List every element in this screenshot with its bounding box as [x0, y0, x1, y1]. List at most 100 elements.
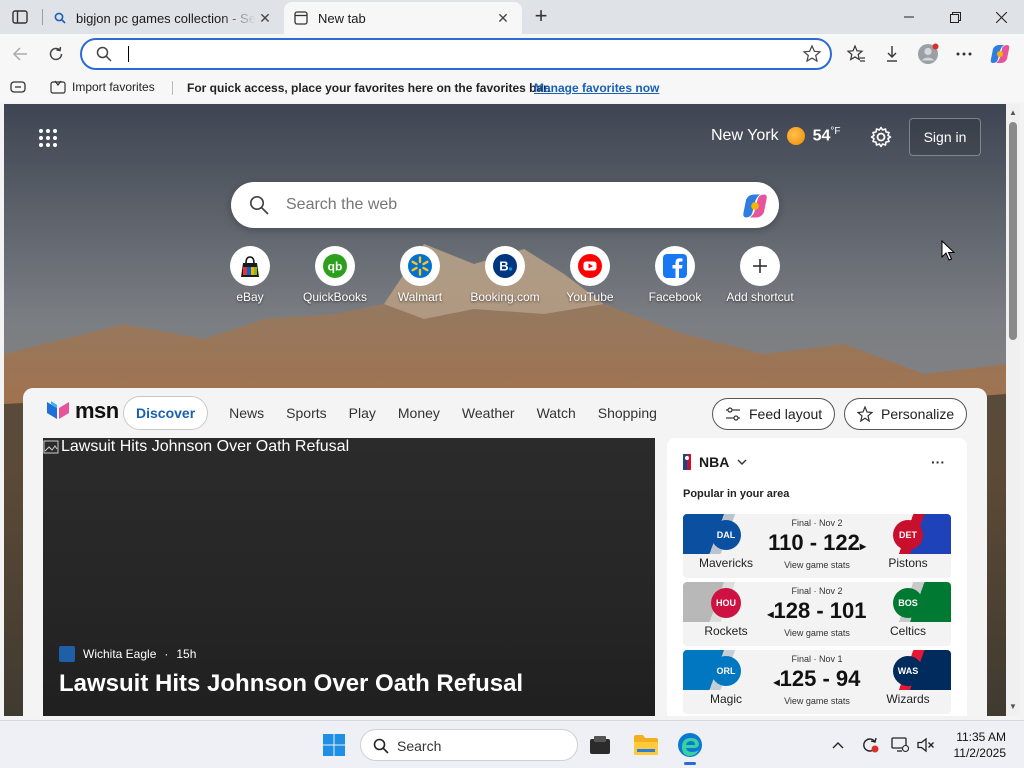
profile-button[interactable]	[916, 42, 940, 66]
shortcut-facebook[interactable]: Facebook	[630, 246, 720, 304]
restore-icon	[949, 11, 961, 23]
nav-play[interactable]: Play	[338, 405, 387, 421]
favorite-star-icon[interactable]	[802, 44, 822, 64]
taskbar-search-label: Search	[397, 738, 442, 754]
nav-news[interactable]: News	[218, 405, 275, 421]
avatar-icon	[918, 43, 939, 64]
taskbar-app-edge[interactable]	[674, 729, 706, 765]
refresh-button[interactable]	[42, 40, 70, 68]
windows-start-icon[interactable]	[322, 733, 346, 757]
shortcut-tile	[740, 246, 780, 286]
tab-search[interactable]: bigjon pc games collection - Search ✕	[44, 2, 284, 34]
svg-text:B: B	[499, 259, 508, 274]
favorites-separator	[172, 81, 173, 95]
taskbar-app-file-explorer[interactable]	[630, 729, 662, 761]
close-window-button[interactable]	[978, 0, 1024, 34]
sync-alert-icon	[863, 737, 879, 753]
system-clock[interactable]: 11:35 AM 11/2/2025	[944, 729, 1007, 761]
nav-weather[interactable]: Weather	[451, 405, 526, 421]
personalize-button[interactable]: Personalize	[844, 398, 968, 430]
nav-sports[interactable]: Sports	[275, 405, 337, 421]
game-status: Final · Nov 2	[791, 586, 843, 596]
minimize-button[interactable]	[886, 0, 932, 34]
show-hidden-icons-button[interactable]	[828, 735, 848, 755]
downloads-button[interactable]	[880, 42, 904, 66]
game-stats-link[interactable]: View game stats	[683, 628, 951, 638]
new-tab-button[interactable]: +	[529, 3, 553, 28]
feed-layout-button[interactable]: Feed layout	[712, 398, 836, 430]
scroll-up-arrow-icon[interactable]: ▲	[1008, 108, 1018, 118]
game-row[interactable]: DAL DET Mavericks Pistons Final · Nov 2 …	[683, 514, 951, 578]
hero-story-card[interactable]: Lawsuit Hits Johnson Over Oath Refusal W…	[43, 438, 655, 716]
sparkle-star-icon	[857, 406, 873, 422]
web-search-box[interactable]: Search the web	[231, 182, 779, 228]
game-score: 110 - 122▸	[683, 530, 951, 556]
tab-new-tab[interactable]: New tab ✕	[284, 2, 522, 34]
shortcut-tile: B	[485, 246, 525, 286]
nba-scores-card: NBA ··· Popular in your area DAL DET Mav…	[667, 438, 967, 716]
nav-shopping[interactable]: Shopping	[587, 405, 668, 421]
copilot-button[interactable]	[988, 42, 1012, 66]
add-shortcut-button[interactable]: Add shortcut	[715, 246, 805, 304]
shortcut-booking[interactable]: B Booking.com	[460, 246, 550, 304]
favorites-button[interactable]	[844, 42, 868, 66]
scrollbar-thumb[interactable]	[1009, 122, 1017, 340]
tray-volume[interactable]	[916, 735, 936, 755]
nav-discover[interactable]: Discover	[123, 396, 209, 430]
nav-money[interactable]: Money	[387, 405, 451, 421]
weather-widget[interactable]: New York 54°F	[711, 126, 841, 145]
taskbar-app-terminal[interactable]	[584, 729, 616, 761]
close-tab-button[interactable]: ✕	[256, 9, 274, 27]
game-row[interactable]: HOU BOS Rockets Celtics Final · Nov 2 ◂1…	[683, 582, 951, 646]
nba-title: NBA	[699, 454, 730, 470]
import-favorites-button[interactable]: Import favorites	[50, 80, 155, 94]
personalize-label: Personalize	[881, 406, 955, 422]
nav-watch[interactable]: Watch	[526, 405, 587, 421]
collections-icon[interactable]	[10, 81, 26, 93]
sign-in-button[interactable]: Sign in	[909, 118, 981, 156]
hero-title[interactable]: Lawsuit Hits Johnson Over Oath Refusal	[59, 670, 523, 698]
game-row[interactable]: ORL WAS Magic Wizards Final · Nov 1 ◂125…	[683, 650, 951, 714]
weather-city: New York	[711, 126, 779, 144]
shortcut-youtube[interactable]: YouTube	[545, 246, 635, 304]
booking-icon: B	[493, 254, 517, 278]
shortcut-quickbooks[interactable]: qb QuickBooks	[290, 246, 380, 304]
tab-actions-button[interactable]	[8, 6, 32, 28]
page-scrollbar[interactable]: ▲ ▼	[1006, 104, 1020, 716]
msn-logo[interactable]: msn	[45, 398, 119, 424]
apps-grid-icon[interactable]	[38, 128, 58, 148]
shortcut-label: eBay	[236, 290, 264, 304]
game-stats-link[interactable]: View game stats	[683, 560, 951, 570]
facebook-icon	[663, 254, 687, 278]
game-status: Final · Nov 1	[791, 654, 843, 664]
speaker-muted-icon	[917, 737, 934, 753]
tray-sync[interactable]	[860, 735, 880, 755]
nba-header[interactable]: NBA	[683, 454, 747, 470]
close-tab-button[interactable]: ✕	[494, 9, 512, 27]
weather-temperature: 54	[812, 127, 831, 145]
restore-button[interactable]	[932, 0, 978, 34]
address-bar[interactable]	[80, 38, 832, 70]
shortcut-walmart[interactable]: Walmart	[375, 246, 465, 304]
import-favorites-label: Import favorites	[72, 80, 155, 94]
hero-age: 15h	[176, 647, 197, 661]
feed-layout-label: Feed layout	[749, 406, 823, 422]
search-icon	[96, 46, 112, 62]
shortcut-tile	[230, 246, 270, 286]
gear-icon[interactable]	[870, 126, 892, 148]
shortcut-ebay[interactable]: eBay	[205, 246, 295, 304]
tray-network[interactable]	[890, 735, 910, 755]
more-options-button[interactable]: ···	[931, 454, 945, 470]
manage-favorites-link[interactable]: Manage favorites now	[534, 81, 659, 95]
favorites-star-list-icon	[846, 44, 865, 62]
copilot-icon[interactable]	[741, 192, 769, 220]
game-stats-link[interactable]: View game stats	[683, 696, 951, 706]
scroll-down-arrow-icon[interactable]: ▼	[1008, 702, 1018, 712]
import-icon	[50, 80, 66, 94]
taskbar-search[interactable]: Search	[360, 729, 578, 761]
settings-more-button[interactable]	[952, 42, 976, 66]
back-button[interactable]	[6, 40, 34, 68]
msn-butterfly-icon	[47, 401, 69, 419]
hero-image-alt-text: Lawsuit Hits Johnson Over Oath Refusal	[61, 438, 350, 455]
plus-icon	[753, 259, 767, 273]
